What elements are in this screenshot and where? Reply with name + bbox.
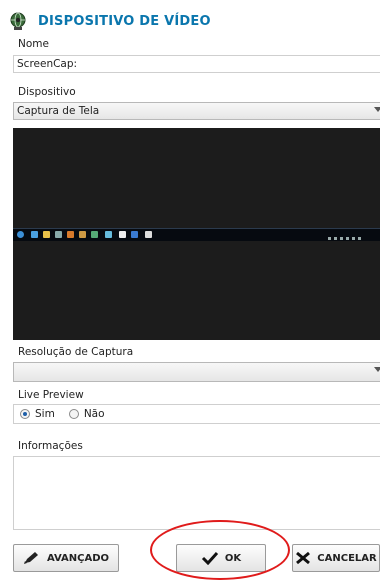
chevron-down-icon	[374, 107, 380, 112]
device-label: Dispositivo	[18, 86, 76, 98]
dialog-title: DISPOSITIVO DE VÍDEO	[38, 13, 211, 29]
cancel-button-label: CANCELAR	[317, 552, 377, 564]
preview-taskbar	[13, 228, 380, 241]
chevron-down-icon	[374, 367, 380, 372]
app-icon	[55, 231, 62, 238]
system-tray	[328, 231, 374, 240]
device-select[interactable]: Captura de Tela	[13, 102, 380, 120]
advanced-button[interactable]: AVANÇADO	[13, 544, 119, 572]
name-label: Nome	[18, 38, 49, 50]
resolution-label: Resolução de Captura	[18, 346, 134, 358]
name-input[interactable]: ScreenCap:	[13, 55, 380, 73]
device-select-value: Captura de Tela	[17, 105, 100, 117]
radio-sim[interactable]	[20, 409, 30, 419]
radio-nao[interactable]	[68, 409, 79, 419]
app-icon	[105, 231, 112, 238]
app-icon	[145, 231, 152, 238]
live-preview-label: Live Preview	[18, 389, 84, 401]
radio-sim-label[interactable]: Sim	[35, 408, 55, 420]
ie-icon	[31, 231, 38, 238]
app-icon	[67, 231, 74, 238]
cancel-button[interactable]: CANCELAR	[292, 544, 380, 572]
webcam-globe-icon	[8, 11, 28, 31]
advanced-button-label: AVANÇADO	[46, 552, 110, 564]
dialog-header: DISPOSITIVO DE VÍDEO	[8, 10, 211, 32]
app-icon	[91, 231, 98, 238]
pencil-icon	[23, 552, 38, 564]
app-icon	[131, 231, 138, 238]
close-icon	[296, 551, 311, 565]
live-preview-radio-group: Sim Não	[13, 404, 380, 424]
resolution-select[interactable]	[13, 362, 380, 382]
start-orb-icon	[17, 231, 24, 238]
app-icon	[79, 231, 86, 238]
info-textarea[interactable]	[13, 456, 380, 530]
live-preview-screen	[13, 128, 380, 340]
folder-icon	[43, 231, 50, 238]
radio-nao-label[interactable]: Não	[84, 408, 105, 420]
highlight-annotation	[150, 520, 290, 580]
app-icon	[119, 231, 126, 238]
info-label: Informações	[18, 440, 83, 452]
